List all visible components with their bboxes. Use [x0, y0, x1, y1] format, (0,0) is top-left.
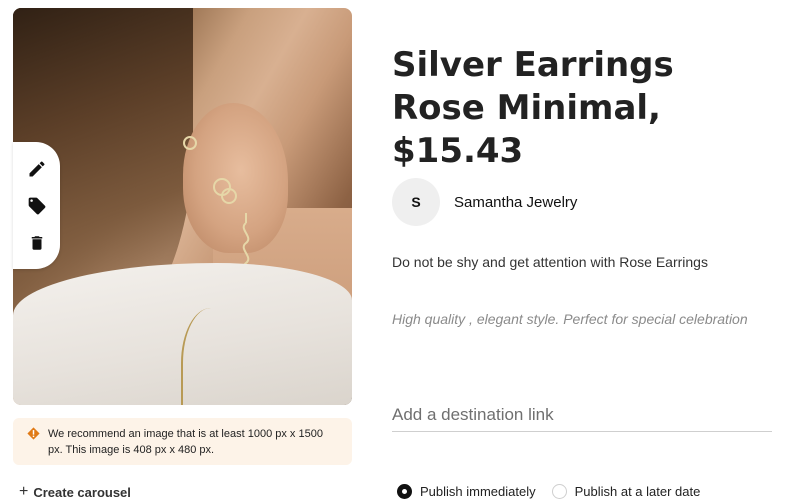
- publish-later-radio[interactable]: [551, 484, 567, 499]
- destination-link-input[interactable]: [392, 398, 772, 432]
- avatar[interactable]: S: [392, 178, 440, 226]
- product-image[interactable]: [13, 8, 352, 405]
- product-title[interactable]: Silver Earrings Rose Minimal, $15.43: [392, 44, 772, 173]
- earring-cuff: [183, 136, 197, 150]
- edit-image-button[interactable]: [24, 156, 50, 182]
- create-carousel-label: Create carousel: [33, 484, 131, 500]
- publish-immediately-label: Publish immediately: [420, 484, 536, 499]
- delete-image-button[interactable]: [24, 230, 50, 256]
- tag-product-button[interactable]: [24, 193, 50, 219]
- pencil-icon: [29, 160, 45, 176]
- publish-options: Publish immediately Publish at a later d…: [397, 484, 700, 499]
- publish-later-option[interactable]: Publish at a later date: [551, 484, 701, 499]
- image-size-warning: We recommend an image that is at least 1…: [13, 418, 352, 465]
- trash-icon: [31, 235, 42, 250]
- warning-text: We recommend an image that is at least 1…: [48, 428, 323, 456]
- publish-immediately-radio[interactable]: [397, 484, 412, 499]
- seller-info[interactable]: S Samantha Jewelry: [392, 178, 577, 226]
- seller-name[interactable]: Samantha Jewelry: [454, 194, 577, 211]
- publish-immediately-option[interactable]: Publish immediately: [397, 484, 536, 499]
- product-subtext[interactable]: High quality , elegant style. Perfect fo…: [392, 309, 752, 329]
- image-tool-bar: [13, 142, 60, 269]
- create-carousel-button[interactable]: + Create carousel: [19, 483, 131, 501]
- tag-icon: [28, 197, 45, 214]
- plus-icon: +: [19, 483, 29, 500]
- product-description[interactable]: Do not be shy and get attention with Ros…: [392, 254, 708, 270]
- publish-later-label: Publish at a later date: [574, 484, 701, 499]
- warning-icon: [27, 427, 40, 440]
- necklace-chain: [181, 308, 241, 405]
- earring-hoop-inner: [221, 188, 237, 204]
